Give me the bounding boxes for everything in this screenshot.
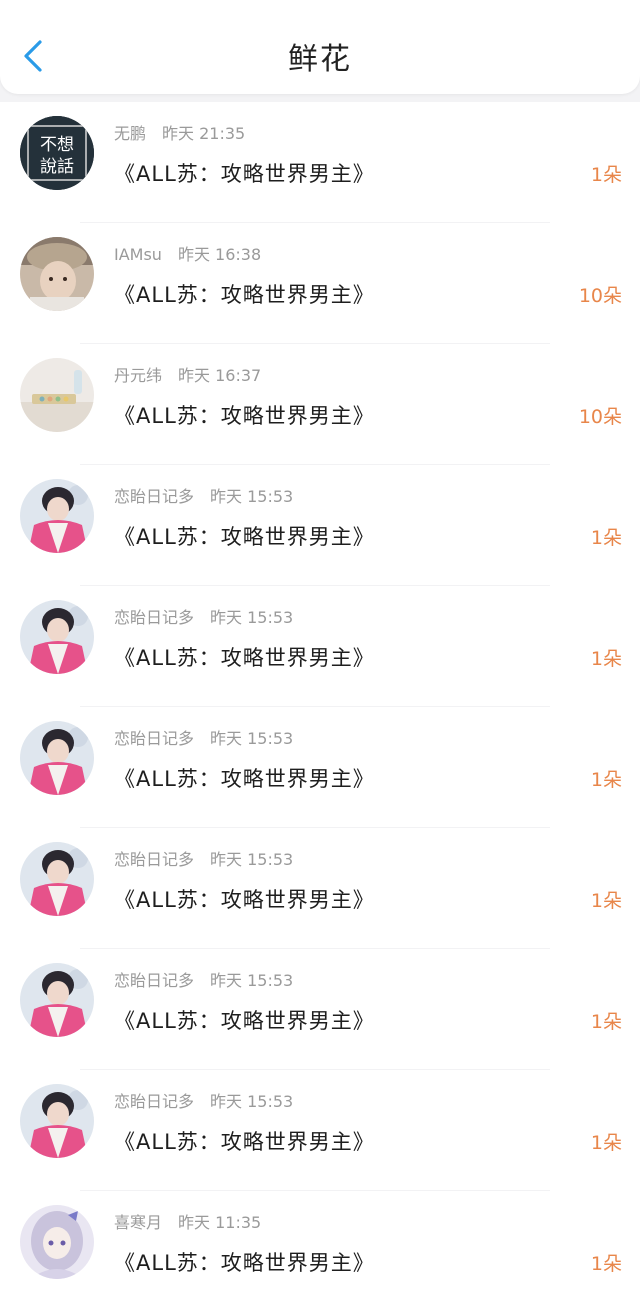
- book-title: 《ALL苏：攻略世界男主》: [114, 162, 375, 186]
- flower-gift-list: 不想 說話 无鹏 昨天 21:35 《ALL苏：攻略世界男主》 1朵 IAMsu…: [0, 102, 640, 1312]
- flower-count: 1朵: [590, 890, 622, 912]
- timestamp: 昨天 15:53: [210, 971, 294, 990]
- user-name: 恋眙日记多: [114, 487, 195, 506]
- user-name: 恋眙日记多: [114, 608, 195, 627]
- pink-jacket-avatar: [20, 963, 94, 1037]
- avatar[interactable]: [20, 358, 94, 432]
- avatar[interactable]: [20, 479, 94, 553]
- text-avatar: 不想 說話: [20, 116, 94, 190]
- user-name: 恋眙日记多: [114, 971, 195, 990]
- flower-count: 1朵: [590, 164, 622, 186]
- timestamp: 昨天 16:37: [178, 366, 262, 385]
- book-title: 《ALL苏：攻略世界男主》: [114, 767, 375, 791]
- top-bar: 鲜花: [0, 0, 640, 94]
- svg-text:不想: 不想: [40, 135, 74, 155]
- pink-jacket-avatar: [20, 842, 94, 916]
- timestamp: 昨天 15:53: [210, 850, 294, 869]
- svg-text:說話: 說話: [40, 157, 74, 177]
- avatar[interactable]: [20, 842, 94, 916]
- list-item[interactable]: 恋眙日记多 昨天 15:53 《ALL苏：攻略世界男主》 1朵: [0, 1070, 640, 1191]
- avatar[interactable]: [20, 1084, 94, 1158]
- flower-count: 1朵: [590, 1011, 622, 1033]
- book-title: 《ALL苏：攻略世界男主》: [114, 525, 375, 549]
- list-item[interactable]: 恋眙日记多 昨天 15:53 《ALL苏：攻略世界男主》 1朵: [0, 828, 640, 949]
- timestamp: 昨天 15:53: [210, 487, 294, 506]
- still-life-avatar: [20, 358, 94, 432]
- pink-jacket-avatar: [20, 721, 94, 795]
- user-name: 恋眙日记多: [114, 1092, 195, 1111]
- book-title: 《ALL苏：攻略世界男主》: [114, 1130, 375, 1154]
- user-name: 无鹏: [114, 124, 147, 143]
- user-name: IAMsu: [114, 245, 162, 264]
- book-title: 《ALL苏：攻略世界男主》: [114, 283, 375, 307]
- flower-count: 10朵: [578, 406, 622, 428]
- anime-girl-avatar: [20, 1205, 94, 1279]
- list-item[interactable]: 恋眙日记多 昨天 15:53 《ALL苏：攻略世界男主》 1朵: [0, 586, 640, 707]
- page-title: 鲜花: [288, 42, 352, 77]
- timestamp: 昨天 15:53: [210, 729, 294, 748]
- pink-jacket-avatar: [20, 479, 94, 553]
- user-name: 恋眙日记多: [114, 850, 195, 869]
- flower-count: 1朵: [590, 648, 622, 670]
- list-item[interactable]: 丹元纬 昨天 16:37 《ALL苏：攻略世界男主》 10朵: [0, 344, 640, 465]
- pink-jacket-avatar: [20, 600, 94, 674]
- flower-count: 1朵: [590, 1132, 622, 1154]
- list-item[interactable]: 恋眙日记多 昨天 15:53 《ALL苏：攻略世界男主》 1朵: [0, 949, 640, 1070]
- flower-count: 10朵: [578, 285, 622, 307]
- book-title: 《ALL苏：攻略世界男主》: [114, 646, 375, 670]
- photo-avatar: [20, 237, 94, 311]
- timestamp: 昨天 15:53: [210, 608, 294, 627]
- flower-count: 1朵: [590, 769, 622, 791]
- timestamp: 昨天 11:35: [178, 1213, 262, 1232]
- book-title: 《ALL苏：攻略世界男主》: [114, 404, 375, 428]
- book-title: 《ALL苏：攻略世界男主》: [114, 1251, 375, 1275]
- timestamp: 昨天 16:38: [177, 245, 262, 264]
- user-name: 恋眙日记多: [114, 729, 195, 748]
- pink-jacket-avatar: [20, 1084, 94, 1158]
- avatar[interactable]: [20, 600, 94, 674]
- timestamp: 昨天 15:53: [210, 1092, 294, 1111]
- book-title: 《ALL苏：攻略世界男主》: [114, 888, 375, 912]
- avatar[interactable]: [20, 1205, 94, 1279]
- user-name: 喜寒月: [114, 1213, 163, 1232]
- list-item[interactable]: 恋眙日记多 昨天 15:53 《ALL苏：攻略世界男主》 1朵: [0, 465, 640, 586]
- avatar[interactable]: [20, 721, 94, 795]
- list-item[interactable]: IAMsu 昨天 16:38 《ALL苏：攻略世界男主》 10朵: [0, 223, 640, 344]
- list-item[interactable]: 不想 說話 无鹏 昨天 21:35 《ALL苏：攻略世界男主》 1朵: [0, 102, 640, 223]
- avatar[interactable]: [20, 963, 94, 1037]
- avatar[interactable]: [20, 237, 94, 311]
- flower-count: 1朵: [590, 527, 622, 549]
- list-item[interactable]: 恋眙日记多 昨天 15:53 《ALL苏：攻略世界男主》 1朵: [0, 707, 640, 828]
- timestamp: 昨天 21:35: [162, 124, 246, 143]
- avatar[interactable]: 不想 說話: [20, 116, 94, 190]
- book-title: 《ALL苏：攻略世界男主》: [114, 1009, 375, 1033]
- flower-count: 1朵: [590, 1253, 622, 1275]
- user-name: 丹元纬: [114, 366, 163, 385]
